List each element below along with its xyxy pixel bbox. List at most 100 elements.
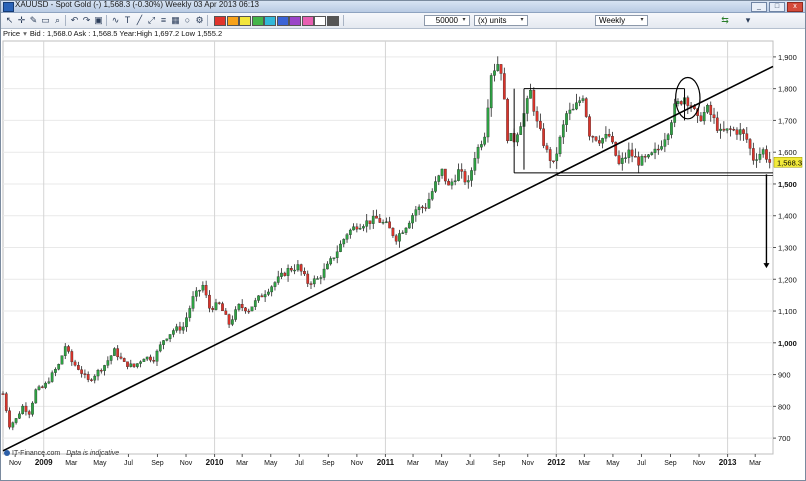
- x-tick-label: Mar: [749, 460, 762, 467]
- candle-up: [660, 146, 663, 150]
- candle-down: [535, 111, 539, 122]
- candle-down: [90, 379, 93, 381]
- candle-up: [181, 326, 185, 331]
- candle-up: [103, 365, 106, 371]
- candle-down: [548, 149, 552, 161]
- candle-up: [673, 103, 677, 123]
- x-tick-label: Jul: [124, 460, 133, 467]
- candle-up: [142, 358, 146, 362]
- candle-up: [322, 268, 326, 278]
- candle-up: [109, 355, 113, 361]
- candle-down: [80, 369, 83, 374]
- candle-down: [126, 361, 129, 367]
- candle-up: [44, 382, 47, 388]
- candle-up: [342, 239, 346, 245]
- candle-down: [368, 220, 372, 224]
- candle-up: [561, 124, 565, 138]
- candle-down: [617, 155, 621, 164]
- candle-up: [473, 158, 477, 171]
- candle-down: [715, 117, 719, 131]
- watermark: IT-Finance.com Data is indicative: [4, 450, 119, 457]
- candle-down: [542, 128, 545, 146]
- y-tick-label: 700: [778, 434, 791, 443]
- x-tick-label: Jul: [295, 460, 304, 467]
- candle-up: [493, 70, 496, 76]
- candle-up: [234, 309, 237, 320]
- candle-down: [77, 365, 80, 370]
- candle-down: [152, 360, 156, 362]
- candle-up: [466, 180, 470, 183]
- candle-up: [571, 108, 575, 111]
- candle-down: [4, 393, 8, 411]
- candle-up: [280, 272, 283, 277]
- candle-up: [755, 159, 758, 161]
- candle-down: [699, 115, 703, 122]
- candle-up: [453, 180, 457, 183]
- x-tick-label: Jul: [466, 460, 475, 467]
- candle-down: [289, 268, 293, 271]
- candle-up: [381, 221, 385, 224]
- x-tick-label: May: [264, 460, 278, 467]
- x-tick-label: Mar: [578, 460, 591, 467]
- candle-down: [283, 272, 287, 276]
- candle-down: [607, 134, 611, 137]
- candle-up: [155, 350, 159, 362]
- candle-up: [14, 418, 18, 423]
- candle-up: [253, 300, 257, 307]
- candle-down: [244, 307, 247, 312]
- candle-up: [267, 291, 270, 295]
- x-tick-label: Mar: [407, 460, 420, 467]
- candle-down: [421, 206, 424, 209]
- candle-down: [443, 168, 447, 182]
- candle-down: [299, 264, 303, 272]
- candle-up: [214, 302, 218, 310]
- candle-up: [414, 209, 418, 216]
- candle-down: [40, 386, 44, 388]
- candle-down: [499, 64, 503, 74]
- candle-up: [168, 334, 172, 340]
- candle-up: [54, 369, 57, 373]
- candle-down: [306, 273, 310, 284]
- candle-down: [748, 139, 752, 149]
- candle-down: [224, 310, 228, 315]
- candle-up: [345, 234, 349, 240]
- candle-up: [286, 268, 290, 276]
- price-chart[interactable]: 700 800 900 1,000 1,100 1,200 1,300 1,400 1,500 1…: [1, 1, 805, 480]
- candle-up: [293, 269, 296, 272]
- candle-up: [509, 133, 513, 142]
- candle-down: [424, 207, 428, 209]
- candle-down: [751, 148, 755, 161]
- y-tick-label: 900: [778, 371, 791, 380]
- candle-up: [50, 372, 54, 382]
- candle-up: [145, 356, 149, 360]
- y-tick-label: 1,500: [778, 180, 797, 189]
- candle-up: [31, 402, 34, 415]
- candle-down: [545, 145, 549, 150]
- candle-down: [656, 148, 660, 151]
- candle-up: [135, 363, 139, 367]
- candle-up: [525, 98, 529, 114]
- candle-up: [185, 317, 188, 328]
- candle-up: [18, 413, 21, 419]
- candle-up: [486, 107, 490, 138]
- candle-down: [378, 218, 382, 223]
- candle-down: [447, 180, 450, 186]
- candle-up: [34, 389, 38, 404]
- candle-up: [362, 226, 365, 229]
- candle-down: [132, 363, 136, 367]
- candle-up: [385, 221, 388, 223]
- x-tick-label: Sep: [493, 460, 506, 467]
- candle-up: [624, 157, 627, 159]
- brand-logo-icon: [4, 450, 10, 456]
- x-tick-label: Mar: [236, 460, 249, 467]
- candle-up: [601, 138, 604, 144]
- candle-down: [597, 140, 601, 144]
- x-tick-label: 2013: [719, 458, 737, 467]
- y-tick-label: 1,100: [778, 307, 797, 316]
- candle-down: [247, 310, 251, 313]
- x-tick-label: Sep: [151, 460, 164, 467]
- candle-up: [113, 348, 116, 356]
- y-tick-label: 1,300: [778, 244, 797, 253]
- candle-up: [37, 386, 41, 390]
- candle-up: [706, 104, 709, 113]
